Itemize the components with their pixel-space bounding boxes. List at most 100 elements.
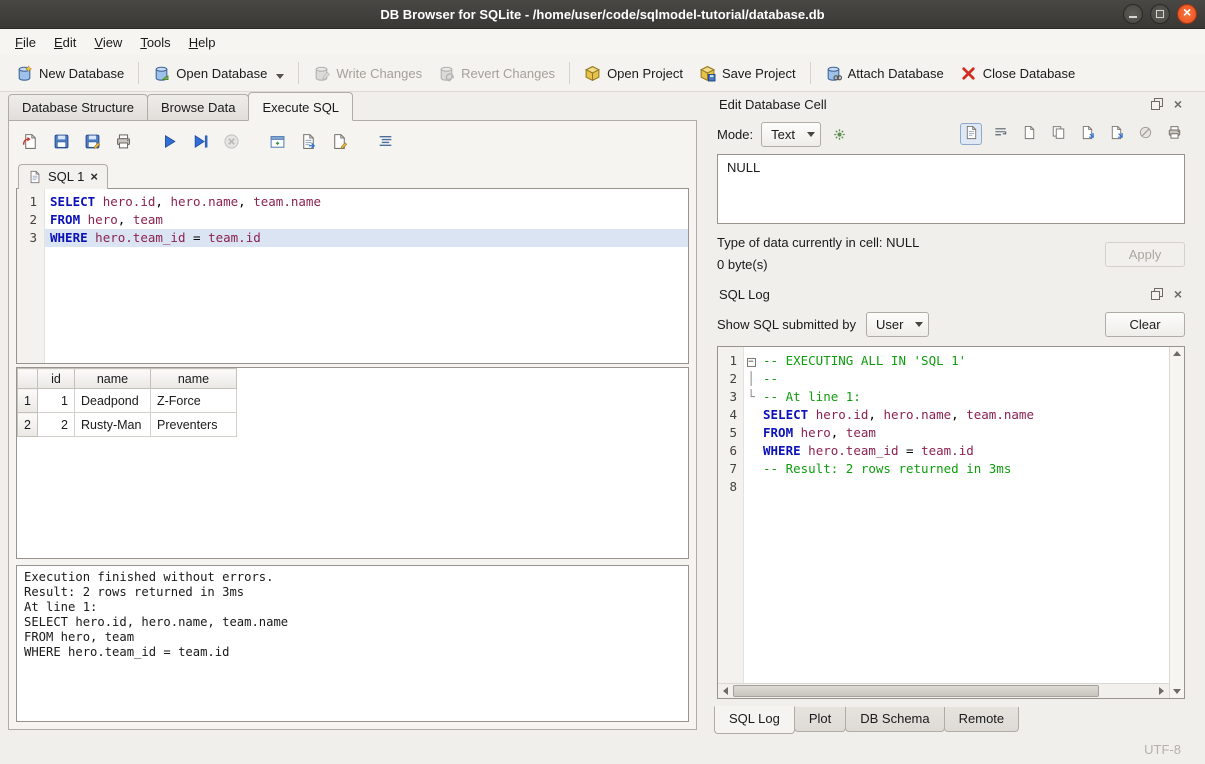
- tab-database-structure[interactable]: Database Structure: [8, 94, 148, 120]
- results-table[interactable]: idnamename11DeadpondZ-Force22Rusty-ManPr…: [17, 368, 237, 437]
- write-changes-icon: [313, 65, 330, 82]
- row-header[interactable]: 1: [18, 389, 38, 413]
- set-null-button[interactable]: [1134, 123, 1156, 145]
- log-filter-combobox[interactable]: User: [866, 312, 929, 337]
- apply-button[interactable]: Apply: [1105, 242, 1185, 267]
- code-line: 4SELECT hero.id, hero.name, team.name: [718, 406, 1169, 424]
- new-content-button[interactable]: [1018, 123, 1040, 145]
- cell-content-editor[interactable]: NULL: [717, 154, 1185, 224]
- menu-edit[interactable]: Edit: [45, 31, 85, 54]
- editor-tab-sql1[interactable]: SQL 1: [18, 164, 108, 189]
- sql-log-box: 1−-- EXECUTING ALL IN 'SQL 1'2│--3└-- At…: [717, 346, 1185, 699]
- export-content-button[interactable]: [1105, 123, 1127, 145]
- results-cell[interactable]: 1: [38, 389, 75, 413]
- results-column-header-0[interactable]: id: [38, 369, 75, 389]
- editor-tab-label: SQL 1: [48, 169, 84, 184]
- mode-combobox[interactable]: Text: [761, 122, 821, 147]
- scrollbar-thumb[interactable]: [733, 685, 1099, 697]
- execute-all-button[interactable]: [157, 131, 181, 155]
- scrollbar-track[interactable]: [733, 684, 1154, 699]
- text-view-button[interactable]: [960, 123, 982, 145]
- close-tab-icon[interactable]: [90, 171, 98, 183]
- write-changes-button[interactable]: Write Changes: [305, 60, 430, 87]
- cell-info-row: Type of data currently in cell: NULL 0 b…: [713, 232, 1189, 276]
- results-column-header-1[interactable]: name: [75, 369, 151, 389]
- import-content-button[interactable]: [1076, 123, 1098, 145]
- results-corner-header: [18, 369, 38, 389]
- toolbar-button-label: Open Database: [176, 66, 267, 81]
- results-cell[interactable]: Rusty-Man: [75, 413, 151, 437]
- menu-accel: T: [140, 35, 147, 50]
- copy-content-button[interactable]: [1047, 123, 1069, 145]
- execute-current-line-button[interactable]: [188, 131, 212, 155]
- scroll-up-icon[interactable]: [1173, 351, 1181, 356]
- scroll-right-icon[interactable]: [1154, 684, 1169, 699]
- sql-log-header: SQL Log: [713, 282, 1189, 306]
- statusbar: UTF-8: [0, 734, 1205, 764]
- dock-tab-remote[interactable]: Remote: [944, 707, 1020, 732]
- open-sql-file-button[interactable]: [18, 131, 42, 155]
- menu-tools[interactable]: Tools: [131, 31, 179, 54]
- dropdown-caret-icon[interactable]: [276, 74, 284, 79]
- save-sql-as-button[interactable]: [80, 131, 104, 155]
- sql-log-title: SQL Log: [719, 287, 1150, 302]
- row-header[interactable]: 2: [18, 413, 38, 437]
- horizontal-scrollbar[interactable]: [718, 683, 1169, 698]
- tab-browse-data[interactable]: Browse Data: [147, 94, 249, 120]
- code-text: [758, 478, 1169, 496]
- minimize-button[interactable]: [1123, 4, 1143, 24]
- minimize-icon: [1129, 16, 1137, 18]
- titlebar[interactable]: DB Browser for SQLite - /home/user/code/…: [0, 0, 1205, 29]
- word-wrap-button[interactable]: [989, 123, 1011, 145]
- open-project-button[interactable]: Open Project: [576, 60, 691, 87]
- results-column-header-2[interactable]: name: [151, 369, 237, 389]
- format-sql-button[interactable]: [373, 131, 397, 155]
- print-sql-button[interactable]: [111, 131, 135, 155]
- auto-switch-mode-button[interactable]: [829, 123, 851, 145]
- menu-file[interactable]: File: [6, 31, 45, 54]
- results-cell[interactable]: Deadpond: [75, 389, 151, 413]
- print-cell-button[interactable]: [1163, 123, 1185, 145]
- fold-collapse-icon[interactable]: −: [747, 358, 756, 367]
- code-text: -- At line 1:: [758, 388, 1169, 406]
- main-toolbar: New Database Open Database Write ChangesRe…: [0, 55, 1205, 92]
- save-sql-file-button[interactable]: [49, 131, 73, 155]
- new-database-button[interactable]: New Database: [8, 60, 132, 87]
- menu-help[interactable]: Help: [180, 31, 225, 54]
- export-sql-icon: [300, 133, 317, 153]
- results-cell[interactable]: 2: [38, 413, 75, 437]
- dock-tab-plot[interactable]: Plot: [794, 707, 846, 732]
- maximize-button[interactable]: [1150, 4, 1170, 24]
- dock-tab-sql-log[interactable]: SQL Log: [714, 706, 795, 734]
- float-panel-icon[interactable]: [1150, 97, 1164, 111]
- vertical-scrollbar[interactable]: [1169, 347, 1184, 698]
- revert-changes-button[interactable]: Revert Changes: [430, 60, 563, 87]
- dock-tab-db-schema[interactable]: DB Schema: [845, 707, 944, 732]
- results-new-tab-button[interactable]: [265, 131, 289, 155]
- scroll-down-icon[interactable]: [1173, 689, 1181, 694]
- menu-view[interactable]: View: [85, 31, 131, 54]
- close-panel-icon[interactable]: [1171, 97, 1185, 111]
- close-window-button[interactable]: [1177, 4, 1197, 24]
- results-cell[interactable]: Preventers: [151, 413, 237, 437]
- close-database-icon: [960, 65, 977, 82]
- code-text: SELECT hero.id, hero.name, team.name: [758, 406, 1169, 424]
- attach-database-button[interactable]: Attach Database: [817, 60, 952, 87]
- execution-status-message: Execution finished without errors. Resul…: [16, 565, 689, 722]
- edit-sql-button[interactable]: [327, 131, 351, 155]
- sql-editor[interactable]: 1SELECT hero.id, hero.name, team.name2FR…: [16, 188, 689, 364]
- export-sql-button[interactable]: [296, 131, 320, 155]
- clear-log-button[interactable]: Clear: [1105, 312, 1185, 337]
- close-database-button[interactable]: Close Database: [952, 60, 1084, 87]
- menubar: FileEditViewToolsHelp: [0, 29, 1205, 55]
- results-cell[interactable]: Z-Force: [151, 389, 237, 413]
- open-database-button[interactable]: Open Database: [145, 60, 292, 87]
- sql-log-view[interactable]: 1−-- EXECUTING ALL IN 'SQL 1'2│--3└-- At…: [718, 347, 1169, 683]
- float-log-panel-icon[interactable]: [1150, 287, 1164, 301]
- stop-execution-button[interactable]: [219, 131, 243, 155]
- log-filter-row: Show SQL submitted by User Clear: [713, 308, 1189, 340]
- close-log-panel-icon[interactable]: [1171, 287, 1185, 301]
- save-project-button[interactable]: Save Project: [691, 60, 804, 87]
- tab-execute-sql[interactable]: Execute SQL: [248, 92, 353, 121]
- scroll-left-icon[interactable]: [718, 684, 733, 699]
